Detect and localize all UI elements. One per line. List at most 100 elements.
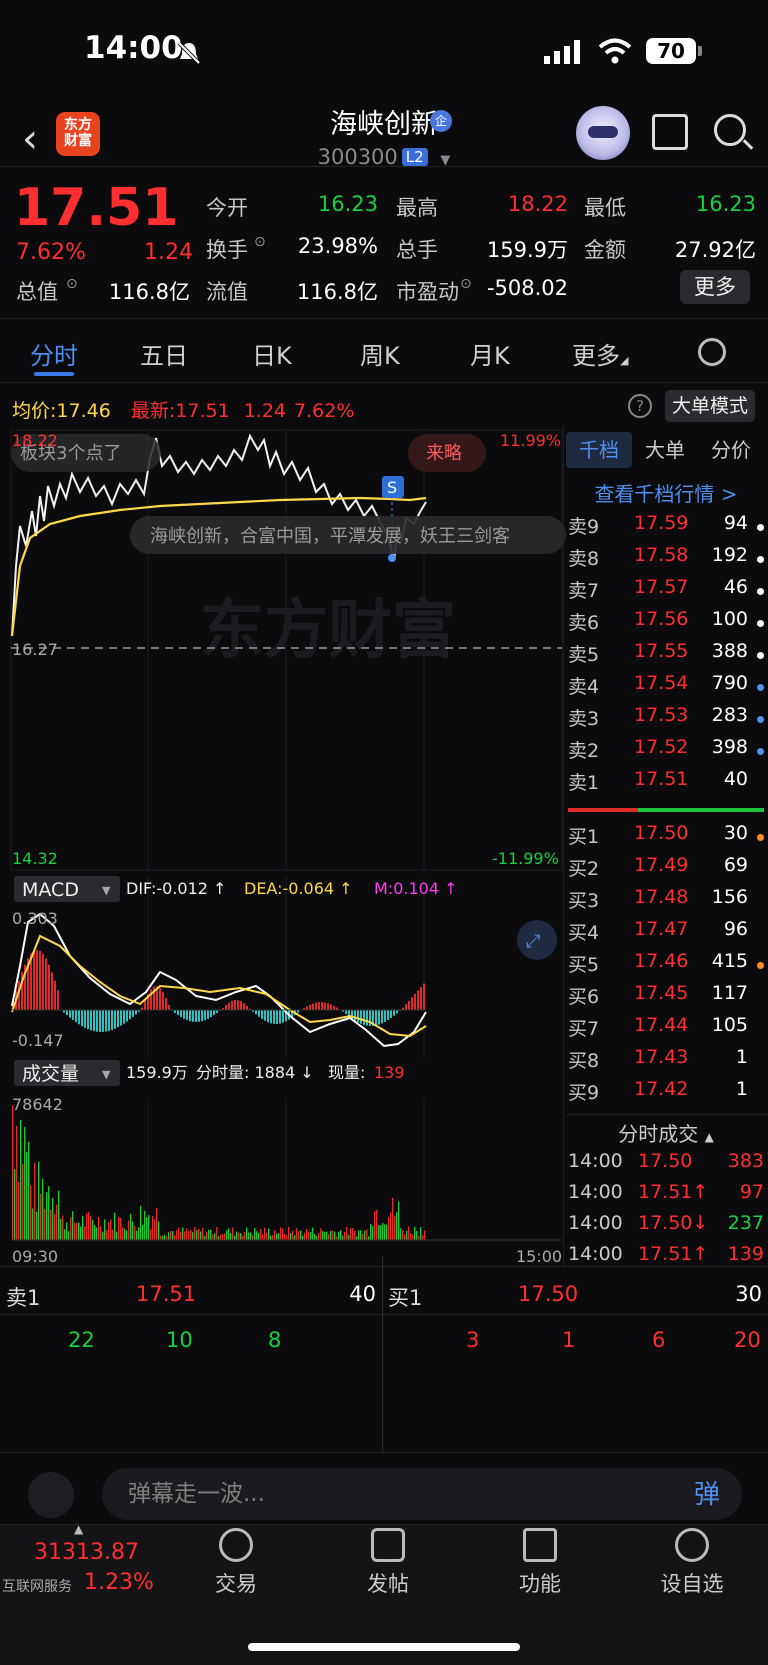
tab-five-day[interactable]: 五日 xyxy=(140,336,188,371)
help-icon[interactable]: ? xyxy=(628,394,652,418)
tick-row: 14:00 17.51↑ 139 xyxy=(566,1243,766,1273)
macd-bar xyxy=(234,1000,236,1010)
volume-bar xyxy=(188,1231,190,1240)
macd-bar xyxy=(36,950,38,1010)
volume-bar xyxy=(130,1213,132,1240)
tabbar-post[interactable]: 发帖 xyxy=(348,1528,428,1598)
volume-bar xyxy=(322,1231,324,1240)
volume-bar xyxy=(392,1197,394,1240)
macd-bar xyxy=(384,1010,386,1022)
tabbar-add-watchlist[interactable]: 设自选 xyxy=(652,1528,732,1598)
ask-queue-item: 10 xyxy=(166,1328,193,1352)
barrage-settings-icon[interactable] xyxy=(28,1472,74,1518)
tab-price-split[interactable]: 分价 xyxy=(698,432,764,468)
info-icon[interactable]: ⊙ xyxy=(66,276,78,292)
macd-bar xyxy=(405,1004,407,1010)
tab-big-order[interactable]: 大单 xyxy=(632,432,698,468)
ask-row[interactable]: 卖3 17.53 283 xyxy=(566,704,766,736)
level-volume: 283 xyxy=(711,704,748,726)
ask-row[interactable]: 卖7 17.57 46 xyxy=(566,576,766,608)
low-label: 最低 xyxy=(584,196,626,220)
volume-bar xyxy=(238,1232,240,1240)
macd-bar xyxy=(123,1010,125,1024)
info-icon[interactable]: ⊙ xyxy=(254,234,266,250)
bid-row[interactable]: 买9 17.42 1 xyxy=(566,1078,766,1110)
search-icon[interactable] xyxy=(714,114,746,146)
volume-bar xyxy=(408,1226,410,1240)
big-order-mode-button[interactable]: 大单模式 xyxy=(665,390,755,422)
macd-bar xyxy=(66,1010,68,1016)
tab-more[interactable]: 更多◢ xyxy=(572,336,628,371)
chevron-down-icon: ▼ xyxy=(102,884,111,897)
macd-bar xyxy=(381,1010,383,1024)
tabbar-trade[interactable]: 交易 xyxy=(196,1528,276,1598)
level-volume: 105 xyxy=(711,1014,748,1036)
tab-daily-k[interactable]: 日K xyxy=(252,336,292,371)
bid-row[interactable]: 买8 17.43 1 xyxy=(566,1046,766,1078)
bid-queue-item: 20 xyxy=(734,1328,761,1352)
bid-row[interactable]: 买2 17.49 69 xyxy=(566,854,766,886)
enterprise-badge: 企 xyxy=(430,110,452,132)
ask-row[interactable]: 卖1 17.51 40 xyxy=(566,768,766,800)
bid-row[interactable]: 买5 17.46 415 xyxy=(566,950,766,982)
volume-bar xyxy=(176,1229,178,1240)
assistant-robot-avatar[interactable] xyxy=(576,106,630,160)
bid-row[interactable]: 买7 17.44 105 xyxy=(566,1014,766,1046)
level-price: 17.51 xyxy=(634,768,689,790)
buy-sell-ratio-red xyxy=(568,808,638,812)
barrage-send-icon[interactable]: 弹 xyxy=(694,1474,728,1510)
macd-bar xyxy=(39,950,41,1010)
volume-bar xyxy=(76,1222,78,1240)
ask-row[interactable]: 卖5 17.55 388 xyxy=(566,640,766,672)
volume-bar xyxy=(128,1220,130,1240)
volume-bar xyxy=(336,1236,338,1240)
tick-price: 17.50 xyxy=(638,1150,693,1172)
level-volume: 192 xyxy=(711,544,748,566)
volume-bar xyxy=(18,1181,20,1240)
volume-bar xyxy=(320,1228,322,1240)
macd-bar xyxy=(69,1010,71,1018)
bid-queue-item: 6 xyxy=(652,1328,666,1352)
level-price: 17.49 xyxy=(634,854,689,876)
tab-monthly-k[interactable]: 月K xyxy=(470,336,510,371)
bid-row[interactable]: 买1 17.50 30 xyxy=(566,822,766,854)
more-button[interactable]: 更多 xyxy=(680,270,750,304)
sector-index-value[interactable]: 31313.87 xyxy=(34,1540,139,1565)
level-label: 卖5 xyxy=(568,644,600,666)
amount-value: 27.92亿 xyxy=(674,238,756,262)
level-label: 卖2 xyxy=(568,740,600,762)
bid-row[interactable]: 买3 17.48 156 xyxy=(566,886,766,918)
ask-row[interactable]: 卖8 17.58 192 xyxy=(566,544,766,576)
view-thousand-level-link[interactable]: 查看千档行情 > xyxy=(566,478,766,507)
level-price: 17.52 xyxy=(634,736,689,758)
tick-trades-title[interactable]: 分时成交 ▲ xyxy=(566,1118,766,1147)
tab-intraday[interactable]: 分时 xyxy=(30,336,78,371)
ask-row[interactable]: 卖9 17.59 94 xyxy=(566,512,766,544)
volume-tick: 分时量: 1884 ↓ xyxy=(196,1063,314,1082)
barrage-input[interactable]: 弹幕走一波... xyxy=(102,1468,742,1520)
volume-bar xyxy=(210,1229,212,1240)
chevron-up-icon[interactable]: ▲ xyxy=(74,1522,83,1536)
tab-thousand-level[interactable]: 千档 xyxy=(566,432,632,468)
svg-text:⤢: ⤢ xyxy=(526,931,541,952)
intraday-chart[interactable]: 东方财富 S 板块3个点了 来略 海峡创新，合富中国，平潭发展，妖王三剑客 18… xyxy=(0,426,566,1272)
bid-row[interactable]: 买4 17.47 96 xyxy=(566,918,766,950)
bid-row[interactable]: 买6 17.45 117 xyxy=(566,982,766,1014)
share-icon[interactable] xyxy=(652,114,688,150)
grid-icon xyxy=(523,1528,557,1562)
volume-bar xyxy=(388,1217,390,1240)
ask-row[interactable]: 卖6 17.56 100 xyxy=(566,608,766,640)
tabbar-functions[interactable]: 功能 xyxy=(500,1528,580,1598)
volume-bar xyxy=(204,1235,206,1240)
tab-weekly-k[interactable]: 周K xyxy=(360,336,400,371)
volume-bar xyxy=(414,1226,416,1240)
ask-row[interactable]: 卖4 17.54 790 xyxy=(566,672,766,704)
macd-bar xyxy=(420,986,422,1010)
macd-bar xyxy=(246,1005,248,1010)
level-price: 17.42 xyxy=(634,1078,689,1100)
ask-row[interactable]: 卖2 17.52 398 xyxy=(566,736,766,768)
volume-bar xyxy=(166,1236,168,1240)
volume-bar xyxy=(334,1231,336,1240)
gear-icon[interactable] xyxy=(698,338,726,366)
volume-bar xyxy=(386,1224,388,1240)
